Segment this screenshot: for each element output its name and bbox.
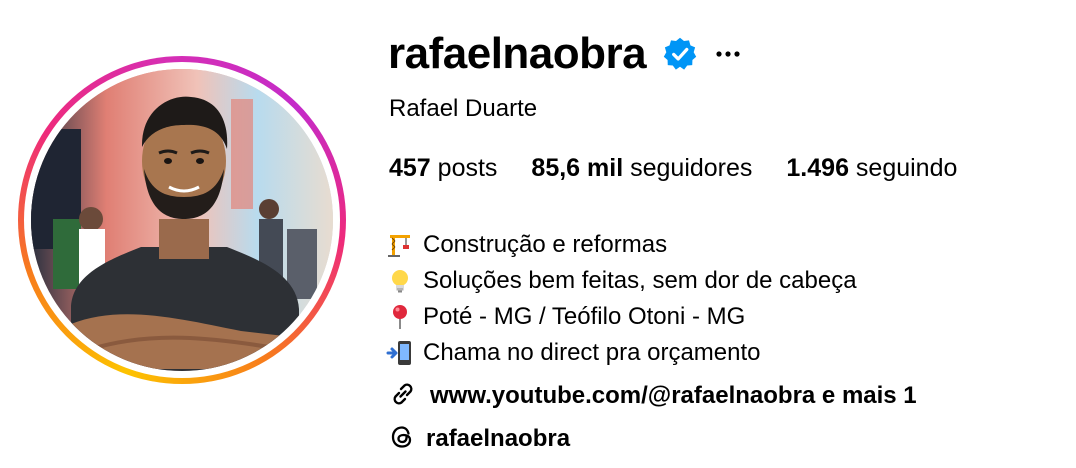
profile-username: rafaelnaobra [388, 29, 647, 78]
following-link[interactable]: 1.496 seguindo [786, 153, 957, 183]
light-bulb-icon [386, 267, 414, 295]
posts-count-value: 457 [389, 154, 431, 182]
bio-line: Poté - MG / Teófilo Otoni - MG [386, 299, 857, 335]
external-link[interactable]: www.youtube.com/@rafaelnaobra e mais 1 [388, 378, 917, 414]
external-link-text: www.youtube.com/@rafaelnaobra e mais 1 [430, 382, 917, 409]
threads-link[interactable]: rafaelnaobra [388, 421, 570, 457]
avatar [31, 69, 333, 371]
bio-line-text: Chama no direct pra orçamento [423, 339, 761, 366]
bio-line: Chama no direct pra orçamento [386, 335, 857, 371]
followers-link[interactable]: 85,6 mil seguidores [531, 153, 752, 183]
link-icon [388, 379, 418, 414]
round-pushpin-icon [386, 303, 414, 331]
posts-count: 457 posts [389, 153, 497, 183]
profile-header: rafaelnaobra Rafael Duarte 457 posts 85,… [0, 0, 1076, 468]
posts-count-label: posts [430, 154, 498, 182]
bio-line: Construção e reformas [386, 227, 857, 263]
avatar-photo [31, 69, 333, 371]
bio-line: Soluções bem feitas, sem dor de cabeça [386, 263, 857, 299]
username-row: rafaelnaobra [388, 28, 742, 80]
following-count-value: 1.496 [786, 154, 849, 182]
followers-count-value: 85,6 mil [531, 154, 624, 182]
threads-icon [388, 423, 416, 456]
followers-count-label: seguidores [623, 154, 753, 182]
profile-bio: Construção e reformas Soluções bem feita… [386, 227, 857, 371]
construction-crane-icon [386, 231, 414, 259]
mobile-phone-arrow-icon [386, 339, 414, 367]
following-count-label: seguindo [848, 154, 958, 182]
bio-line-text: Soluções bem feitas, sem dor de cabeça [423, 267, 857, 294]
avatar-ring-gap [24, 62, 340, 378]
verified-badge-icon [662, 36, 698, 72]
threads-username: rafaelnaobra [426, 425, 571, 452]
bio-line-text: Construção e reformas [423, 231, 668, 258]
more-options-icon[interactable] [714, 40, 742, 68]
bio-line-text: Poté - MG / Teófilo Otoni - MG [423, 303, 746, 330]
profile-full-name: Rafael Duarte [389, 95, 538, 122]
profile-stats: 457 posts 85,6 mil seguidores 1.496 segu… [389, 153, 957, 183]
profile-avatar-story-ring[interactable] [18, 56, 346, 384]
